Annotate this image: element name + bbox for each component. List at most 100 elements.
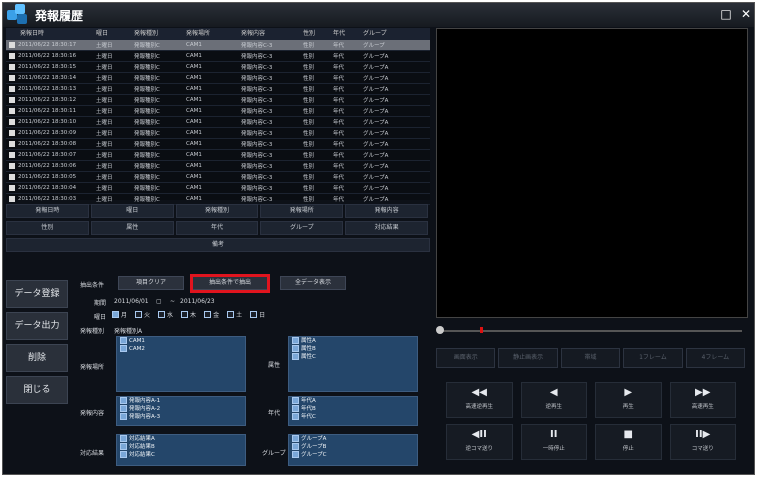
seek-knob[interactable] xyxy=(436,326,444,334)
table-row[interactable]: 2011/06/22 18:30:08 土曜日 発報種別C CAM1 発報内容C-3 性別… xyxy=(6,139,430,150)
table-row[interactable]: 2011/06/22 18:30:10 土曜日 発報種別C CAM1 発報内容C-3 性別… xyxy=(6,117,430,128)
table-row[interactable]: 2011/06/22 18:30:06 土曜日 発報種別C CAM1 発報内容C-3 性別… xyxy=(6,161,430,172)
period-label: 期間 xyxy=(94,300,107,307)
weekday-checkbox[interactable]: 金 xyxy=(204,310,219,319)
data-register-button[interactable]: データ登録 xyxy=(6,280,68,308)
list-item[interactable]: 属性C xyxy=(289,353,417,361)
sort-button[interactable]: グループ xyxy=(260,221,344,235)
table-row[interactable]: 2011/06/22 18:30:04 土曜日 発報種別C CAM1 発報内容C-3 性別… xyxy=(6,183,430,194)
col-header-group[interactable]: グループ xyxy=(363,28,403,40)
list-item[interactable]: CAM2 xyxy=(117,345,245,353)
button-caption: 一時停止 xyxy=(542,446,565,452)
col-header-content[interactable]: 発報内容 xyxy=(241,28,303,40)
sort-button-notes[interactable]: 備考 xyxy=(6,238,430,252)
display-mode-button[interactable]: 4フレーム xyxy=(685,348,746,368)
col-header-weekday[interactable]: 曜日 xyxy=(96,28,134,40)
content-list[interactable]: 発報内容A-1 発報内容A-2 発報内容A-3 xyxy=(116,396,246,426)
weekday-checkbox[interactable]: 水 xyxy=(158,310,173,319)
reverse-play-button[interactable]: ◀ 逆再生 xyxy=(520,382,587,418)
list-item[interactable]: グループC xyxy=(289,451,417,459)
list-item[interactable]: 年代B xyxy=(289,405,417,413)
sort-button[interactable]: 発報場所 xyxy=(260,204,344,218)
list-item[interactable]: 年代C xyxy=(289,413,417,421)
list-item[interactable]: 対応結果B xyxy=(117,443,245,451)
period-from-input[interactable]: 2011/06/01 xyxy=(114,298,149,305)
data-export-button[interactable]: データ出力 xyxy=(6,312,68,340)
list-item[interactable]: 年代A xyxy=(289,397,417,405)
sort-button[interactable]: 発報内容 xyxy=(345,204,428,218)
list-item[interactable]: 属性A xyxy=(289,337,417,345)
list-item[interactable]: 対応結果A xyxy=(117,435,245,443)
sort-button[interactable]: 性別 xyxy=(6,221,89,235)
fast-forward-button[interactable]: ▶▶ 高速再生 xyxy=(669,382,736,418)
attr-list[interactable]: 属性A 属性B 属性C xyxy=(288,336,418,392)
display-mode-button[interactable]: 静止画表示 xyxy=(498,348,558,368)
list-item[interactable]: 属性B xyxy=(289,345,417,353)
table-row[interactable]: 2011/06/22 18:30:14 土曜日 発報種別C CAM1 発報内容C-3 性別… xyxy=(6,73,430,84)
weekday-checkbox[interactable]: 月 xyxy=(112,310,127,319)
seek-bar[interactable] xyxy=(436,326,748,336)
display-mode-button[interactable]: 画面表示 xyxy=(436,348,496,368)
display-mode-button[interactable]: 1フレーム xyxy=(623,348,683,368)
display-mode-button[interactable]: 帯域 xyxy=(560,348,621,368)
show-all-data-button[interactable]: 全データ表示 xyxy=(280,276,346,290)
table-row[interactable]: 2011/06/22 18:30:12 土曜日 発報種別C CAM1 発報内容C-3 性別… xyxy=(6,95,430,106)
type-select[interactable]: 発報種別A xyxy=(114,326,142,335)
camera-icon xyxy=(9,64,15,70)
sort-button[interactable]: 対応結果 xyxy=(345,221,428,235)
table-row[interactable]: 2011/06/22 18:30:11 土曜日 発報種別C CAM1 発報内容C-3 性別… xyxy=(6,106,430,117)
table-cell: 発報内容C-3 xyxy=(241,54,273,60)
list-item[interactable]: 発報内容A-3 xyxy=(117,413,245,421)
close-button[interactable]: ✕ xyxy=(739,7,753,21)
group-list[interactable]: グループA グループB グループC xyxy=(288,434,418,466)
frame-forward-icon: II▶ xyxy=(695,429,711,440)
weekday-checkbox[interactable]: 火 xyxy=(135,310,150,319)
table-cell: 性別 xyxy=(303,109,315,115)
content-label: 発報内容 xyxy=(80,410,105,417)
table-row[interactable]: 2011/06/22 18:30:15 土曜日 発報種別C CAM1 発報内容C-3 性別… xyxy=(6,62,430,73)
age-list[interactable]: 年代A 年代B 年代C xyxy=(288,396,418,426)
sort-button[interactable]: 発報種別 xyxy=(175,204,259,218)
table-row[interactable]: 2011/06/22 18:30:16 土曜日 発報種別C CAM1 発報内容C-3 性別… xyxy=(6,51,430,62)
play-button[interactable]: ▶ 再生 xyxy=(595,382,662,418)
list-item-label: 対応結果C xyxy=(129,452,155,458)
table-row[interactable]: 2011/06/22 18:30:09 土曜日 発報種別C CAM1 発報内容C-3 性別… xyxy=(6,128,430,139)
result-list[interactable]: 対応結果A 対応結果B 対応結果C xyxy=(116,434,246,466)
table-row[interactable]: 2011/06/22 18:30:17 土曜日 発報種別C CAM1 発報内容C-3 性別… xyxy=(6,40,430,51)
table-row[interactable]: 2011/06/22 18:30:05 土曜日 発報種別C CAM1 発報内容C-3 性別… xyxy=(6,172,430,183)
list-item[interactable]: グループA xyxy=(289,435,417,443)
col-header-datetime[interactable]: 発報日時 xyxy=(6,28,96,40)
table-row[interactable]: 2011/06/22 18:30:07 土曜日 発報種別C CAM1 発報内容C-3 性別… xyxy=(6,150,430,161)
video-display[interactable] xyxy=(436,28,748,318)
sort-button[interactable]: 属性 xyxy=(90,221,174,235)
list-item[interactable]: 発報内容A-2 xyxy=(117,405,245,413)
list-item-label: 発報内容A-3 xyxy=(129,414,161,420)
col-header-age[interactable]: 年代 xyxy=(333,28,363,40)
col-header-place[interactable]: 発報場所 xyxy=(186,28,241,40)
period-to-input[interactable]: 2011/06/23 xyxy=(180,298,215,305)
close-panel-button[interactable]: 閉じる xyxy=(6,376,68,404)
frame-back-button[interactable]: ◀II 逆コマ送り xyxy=(446,424,513,460)
place-list[interactable]: CAM1 CAM2 xyxy=(116,336,246,392)
sort-button[interactable]: 曜日 xyxy=(90,204,174,218)
col-header-type[interactable]: 発報種別 xyxy=(134,28,186,40)
list-item[interactable]: CAM1 xyxy=(117,337,245,345)
stop-button[interactable]: ■ 停止 xyxy=(595,424,662,460)
col-header-gender[interactable]: 性別 xyxy=(303,28,333,40)
list-item[interactable]: 発報内容A-1 xyxy=(117,397,245,405)
delete-button[interactable]: 削除 xyxy=(6,344,68,372)
sort-button[interactable]: 年代 xyxy=(175,221,259,235)
list-item[interactable]: 対応結果C xyxy=(117,451,245,459)
calendar-icon[interactable]: ▢ xyxy=(156,298,162,305)
sort-button[interactable]: 発報日時 xyxy=(6,204,89,218)
list-item[interactable]: グループB xyxy=(289,443,417,451)
pause-button[interactable]: II 一時停止 xyxy=(520,424,587,460)
clear-items-button[interactable]: 項目クリア xyxy=(118,276,184,290)
weekday-checkbox[interactable]: 木 xyxy=(181,310,196,319)
weekday-checkbox[interactable]: 土 xyxy=(227,310,242,319)
table-row[interactable]: 2011/06/22 18:30:13 土曜日 発報種別C CAM1 発報内容C-3 性別… xyxy=(6,84,430,95)
fast-rewind-button[interactable]: ◀◀ 高速逆再生 xyxy=(446,382,513,418)
restore-button[interactable]: □ xyxy=(719,7,733,21)
frame-forward-button[interactable]: II▶ コマ送り xyxy=(669,424,736,460)
weekday-checkbox[interactable]: 日 xyxy=(250,310,265,319)
